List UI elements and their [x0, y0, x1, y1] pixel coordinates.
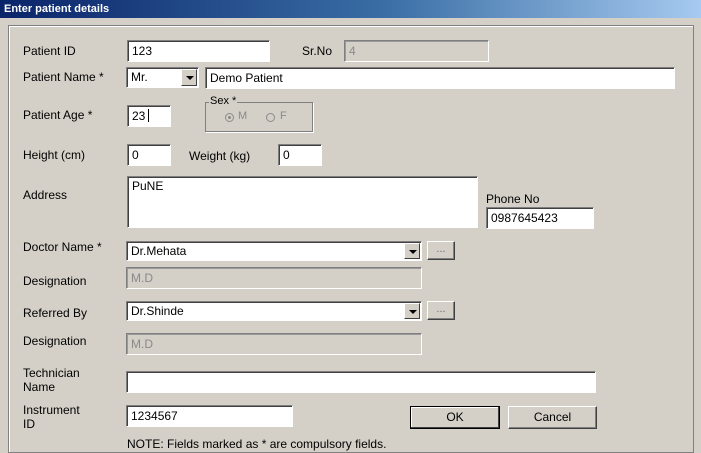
referred-by-value: Dr.Shinde: [131, 304, 184, 318]
sex-f-label: F: [280, 110, 287, 122]
text-cursor: [148, 109, 149, 122]
patient-name-input[interactable]: [205, 67, 675, 89]
referred-by-label: Referred By: [23, 306, 88, 320]
patient-title-value: Mr.: [131, 70, 148, 84]
doctor-name-value: Dr.Mehata: [131, 244, 187, 258]
weight-input[interactable]: [278, 144, 322, 166]
patient-id-input[interactable]: [127, 40, 270, 62]
doctor-browse-button[interactable]: ...: [427, 241, 455, 260]
address-label: Address: [23, 188, 68, 202]
referred-by-select[interactable]: Dr.Shinde: [126, 301, 422, 321]
technician-name-label-line2: Name: [23, 380, 56, 394]
technician-name-input[interactable]: [126, 371, 596, 393]
doctor-designation-input: [126, 267, 422, 289]
phone-input[interactable]: [486, 207, 594, 229]
ok-button[interactable]: OK: [410, 406, 500, 429]
sex-m-radio[interactable]: [225, 113, 234, 122]
address-textarea[interactable]: PuNE: [127, 176, 478, 228]
doctor-name-label: Doctor Name *: [23, 240, 102, 254]
sex-f-radio[interactable]: [266, 113, 275, 122]
instrument-id-input[interactable]: [126, 405, 293, 427]
weight-label: Weight (kg): [189, 149, 251, 163]
referred-browse-button[interactable]: ...: [427, 301, 455, 320]
patient-age-input[interactable]: [127, 105, 171, 127]
chevron-down-icon[interactable]: [181, 69, 197, 86]
sr-no-label: Sr.No: [302, 44, 333, 58]
patient-name-label: Patient Name *: [23, 70, 104, 84]
sex-legend: Sex *: [209, 95, 238, 107]
height-label: Height (cm): [23, 148, 86, 162]
technician-name-label-line1: Technician: [23, 366, 80, 380]
chevron-down-icon[interactable]: [404, 303, 420, 319]
patient-id-label: Patient ID: [23, 44, 76, 58]
cancel-button[interactable]: Cancel: [508, 406, 597, 429]
sex-m-label: M: [238, 110, 248, 122]
instrument-id-label-line1: Instrument: [23, 403, 80, 417]
compulsory-note: NOTE: Fields marked as * are compulsory …: [127, 437, 387, 451]
patient-age-label: Patient Age *: [23, 108, 93, 122]
doctor-designation-label: Designation: [23, 274, 87, 288]
referred-designation-label: Designation: [23, 334, 87, 348]
window-title: Enter patient details: [0, 0, 701, 18]
phone-label: Phone No: [486, 192, 540, 206]
height-input[interactable]: [127, 144, 171, 166]
patient-title-select[interactable]: Mr.: [126, 67, 199, 88]
sr-no-input: [344, 40, 489, 62]
sex-groupbox: Sex * M F: [205, 95, 313, 132]
chevron-down-icon[interactable]: [404, 243, 420, 259]
doctor-name-select[interactable]: Dr.Mehata: [126, 241, 422, 261]
instrument-id-label-line2: ID: [23, 417, 35, 431]
referred-designation-input: [126, 333, 422, 355]
